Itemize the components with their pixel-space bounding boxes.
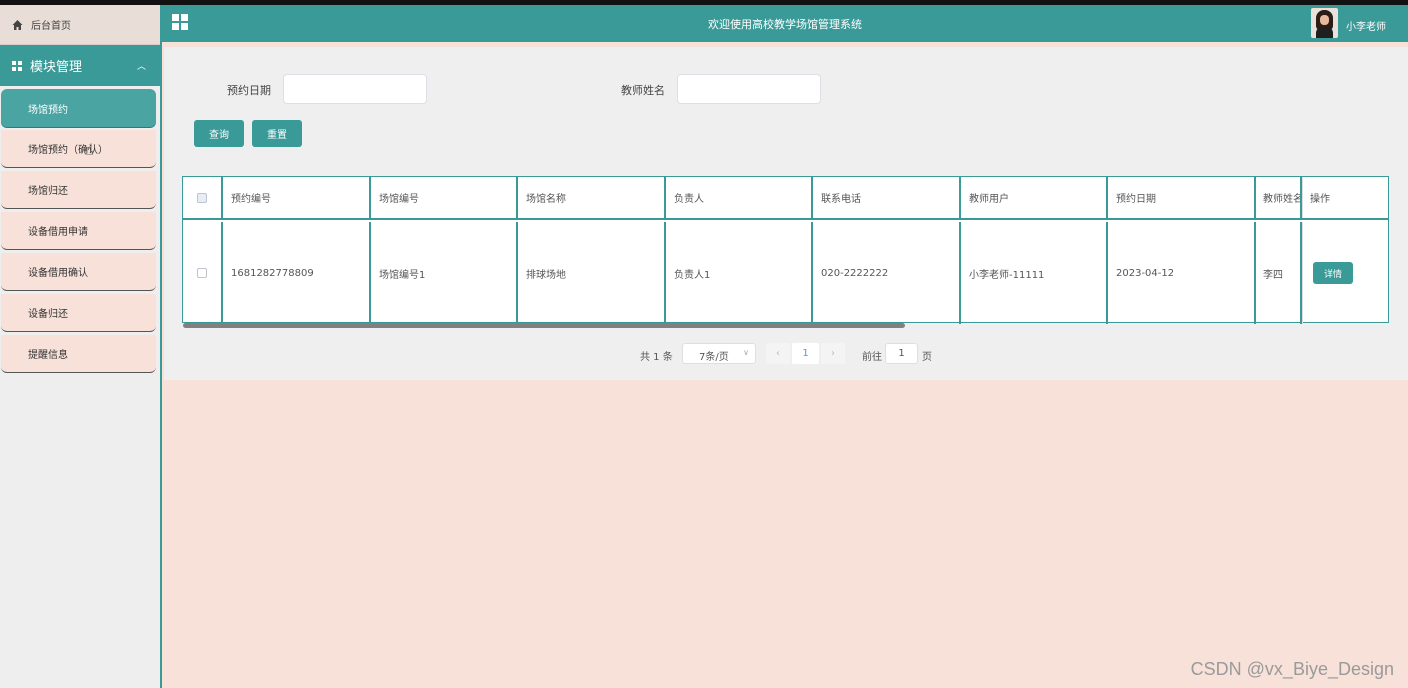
row-select-cell <box>183 222 223 324</box>
column-header[interactable]: 教师姓名 <box>1256 177 1302 218</box>
column-header[interactable]: 负责人 <box>666 177 813 218</box>
chevron-down-icon: ∨ <box>743 348 749 357</box>
next-page-button[interactable]: › <box>821 343 845 364</box>
sidebar-item-venue-booking[interactable]: 场馆预约 <box>1 89 156 127</box>
sidebar-item-reminders[interactable]: 提醒信息 <box>1 335 156 373</box>
top-header: 欢迎使用高校教学场馆管理系统 小李老师 <box>162 5 1408 42</box>
current-page[interactable]: 1 <box>792 343 819 364</box>
page-size-select[interactable]: 7条/页 ∨ <box>682 343 756 364</box>
prev-page-button[interactable]: ‹ <box>766 343 790 364</box>
cell-teacher-name: 李四 <box>1256 222 1302 324</box>
select-all-cell <box>183 177 223 218</box>
avatar[interactable] <box>1311 8 1338 38</box>
sidebar-item-venue-booking-confirm[interactable]: 场馆预约（确认） ☝ <box>1 130 156 168</box>
chevron-up-icon: ︿ <box>136 62 146 72</box>
column-header: 操作 <box>1302 177 1388 218</box>
sidebar-item-label: 设备借用申请 <box>28 227 88 238</box>
sidebar: 后台首页 模块管理 ︿ 场馆预约 场馆预约（确认） ☝ 场馆归还 设备借用申请 … <box>0 5 162 688</box>
goto-label: 前往 <box>862 352 882 363</box>
cell-manager: 负责人1 <box>666 222 813 324</box>
row-checkbox[interactable] <box>197 268 207 278</box>
sidebar-module-toggle[interactable]: 模块管理 ︿ <box>0 45 160 86</box>
cell-date: 2023-04-12 <box>1108 222 1256 324</box>
sidebar-item-label: 场馆归还 <box>28 186 68 197</box>
total-count: 共 1 条 <box>640 352 673 363</box>
column-header[interactable]: 联系电话 <box>813 177 961 218</box>
sidebar-item-venue-return[interactable]: 场馆归还 <box>1 171 156 209</box>
home-icon <box>12 19 23 30</box>
watermark: CSDN @vx_Biye_Design <box>1190 659 1394 679</box>
username[interactable]: 小李老师 <box>1346 18 1386 33</box>
cell-teacher-user: 小李老师-11111 <box>961 222 1108 324</box>
sidebar-item-equipment-request[interactable]: 设备借用申请 <box>1 212 156 250</box>
module-grid-icon <box>12 60 22 71</box>
sidebar-module-label: 模块管理 <box>30 60 83 75</box>
hand-cursor-icon: ☝ <box>84 140 94 159</box>
main-panel: 预约日期 教师姓名 查询 重置 预约编号 场馆编号 场馆名称 负责人 联系电话 … <box>164 47 1408 380</box>
column-header[interactable]: 场馆名称 <box>518 177 666 218</box>
reset-button[interactable]: 重置 <box>252 120 302 147</box>
horizontal-scrollbar[interactable] <box>183 323 905 328</box>
sidebar-item-label: 场馆预约（确认） <box>28 145 108 156</box>
page-title: 欢迎使用高校教学场馆管理系统 <box>708 18 862 31</box>
cell-phone: 020-2222222 <box>813 222 961 324</box>
table-row[interactable]: 1681282778809 场馆编号1 排球场地 负责人1 020-222222… <box>183 222 1388 324</box>
query-button[interactable]: 查询 <box>194 120 244 147</box>
detail-button[interactable]: 详情 <box>1313 262 1353 284</box>
page-suffix: 页 <box>922 352 932 363</box>
select-all-checkbox[interactable] <box>197 192 207 203</box>
page-size-value: 7条/页 <box>699 352 729 363</box>
sidebar-item-label: 设备归还 <box>28 309 68 320</box>
cell-venue-no: 场馆编号1 <box>371 222 518 324</box>
goto-page-input[interactable]: 1 <box>885 343 918 364</box>
column-header[interactable]: 预约编号 <box>223 177 371 218</box>
cell-venue-name: 排球场地 <box>518 222 666 324</box>
booking-table: 预约编号 场馆编号 场馆名称 负责人 联系电话 教师用户 预约日期 教师姓名 操… <box>182 176 1389 328</box>
sidebar-home[interactable]: 后台首页 <box>0 5 160 45</box>
column-header[interactable]: 教师用户 <box>961 177 1108 218</box>
sidebar-home-label: 后台首页 <box>31 21 71 32</box>
sidebar-item-equipment-confirm[interactable]: 设备借用确认 <box>1 253 156 291</box>
cell-actions: 详情 <box>1302 222 1388 324</box>
sidebar-item-equipment-return[interactable]: 设备归还 <box>1 294 156 332</box>
sidebar-item-label: 场馆预约 <box>28 104 68 116</box>
column-header[interactable]: 场馆编号 <box>371 177 518 218</box>
sidebar-item-label: 提醒信息 <box>28 350 68 361</box>
table-header-row: 预约编号 场馆编号 场馆名称 负责人 联系电话 教师用户 预约日期 教师姓名 操… <box>183 177 1388 220</box>
sidebar-item-label: 设备借用确认 <box>28 268 88 279</box>
date-input[interactable] <box>283 74 427 104</box>
teacher-name-input[interactable] <box>677 74 821 104</box>
teacher-name-label: 教师姓名 <box>621 84 665 97</box>
cell-booking-no: 1681282778809 <box>223 222 371 324</box>
date-label: 预约日期 <box>227 84 271 97</box>
column-header[interactable]: 预约日期 <box>1108 177 1256 218</box>
